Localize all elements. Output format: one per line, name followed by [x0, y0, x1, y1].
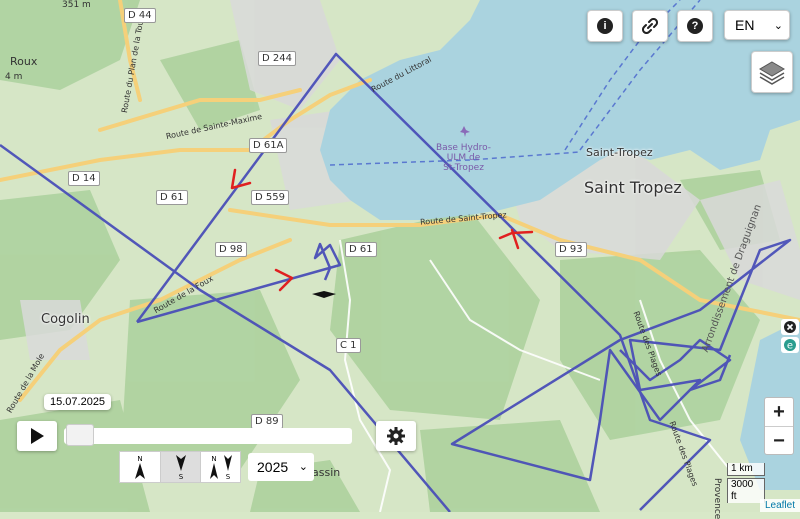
south-letter-2: S — [225, 473, 230, 481]
road-label: D 61A — [249, 138, 288, 153]
question-icon: ? — [687, 18, 703, 34]
place-roux: Roux — [10, 55, 38, 68]
attribution-link[interactable]: Leaflet — [759, 499, 800, 512]
language-select[interactable]: EN ⌄ — [724, 10, 790, 40]
place-cassin: assin — [312, 466, 341, 479]
place-cogolin: Cogolin — [41, 312, 90, 327]
altitude-label-4m: 4 m — [5, 72, 23, 82]
altitude-label: 351 m — [62, 0, 91, 10]
place-saint-tropez-small: Saint-Tropez — [586, 146, 653, 159]
road-label: D 61 — [156, 190, 188, 205]
zoom-out-button[interactable]: − — [765, 426, 793, 455]
south-letter: S — [178, 473, 183, 481]
road-label: D 61 — [345, 242, 377, 257]
orientation-south-up[interactable]: S — [160, 452, 200, 482]
close-overlay-button[interactable] — [781, 319, 799, 335]
north-letter: N — [137, 455, 142, 463]
road-label: D 44 — [124, 8, 156, 23]
language-value: EN — [735, 17, 755, 33]
chevron-down-icon: ⌄ — [298, 461, 308, 473]
play-icon — [31, 428, 44, 444]
link-button[interactable] — [632, 10, 668, 42]
south-arrow-icon: S — [175, 455, 186, 481]
orientation-both[interactable]: N S — [200, 452, 240, 482]
road-label: D 93 — [555, 242, 587, 257]
info-icon: i — [597, 18, 613, 34]
overlay-e-button[interactable]: e — [781, 337, 799, 353]
current-date: 15.07.2025 — [44, 394, 112, 410]
help-button[interactable]: ? — [677, 10, 713, 42]
road-label: D 14 — [68, 171, 100, 186]
place-seaplane-base: Base Hydro- ULM de St-Tropez — [436, 143, 492, 173]
settings-button[interactable] — [376, 421, 416, 451]
orientation-toggle: N S N S — [119, 451, 241, 483]
road-label: D 244 — [258, 51, 296, 66]
close-icon — [784, 321, 796, 333]
zoom-in-button[interactable]: + — [765, 398, 793, 426]
road-label: C 1 — [336, 338, 361, 353]
scale-metric: 1 km — [727, 463, 765, 476]
timeline-thumb[interactable] — [66, 424, 94, 446]
label-provence: Provence — [712, 478, 722, 519]
zoom-control: + − — [764, 397, 794, 455]
chevron-down-icon: ⌄ — [773, 20, 783, 32]
north-letter-2: N — [211, 455, 216, 463]
e-badge-icon: e — [784, 339, 796, 352]
dual-arrow-icon: N S — [209, 455, 232, 481]
gear-icon — [387, 427, 405, 445]
timeline-track[interactable] — [64, 428, 352, 444]
info-button[interactable]: i — [587, 10, 623, 42]
layers-icon — [759, 61, 785, 85]
svg-text:e: e — [787, 341, 793, 352]
play-button[interactable] — [17, 421, 57, 451]
road-label: D 559 — [251, 190, 289, 205]
year-select[interactable]: 2025 ⌄ — [248, 453, 314, 481]
link-icon — [642, 18, 658, 34]
road-label: D 89 — [251, 414, 283, 429]
place-saint-tropez: Saint Tropez — [584, 178, 682, 197]
layers-button[interactable] — [751, 51, 793, 93]
orientation-north-up[interactable]: N — [120, 452, 160, 482]
year-value: 2025 — [257, 459, 289, 475]
north-arrow-icon: N — [135, 455, 145, 479]
road-label: D 98 — [215, 242, 247, 257]
